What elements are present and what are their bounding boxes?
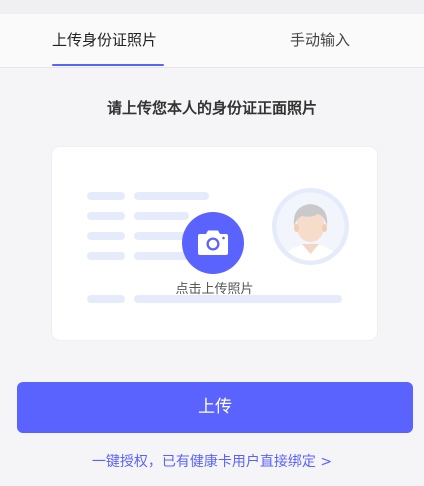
placeholder-line xyxy=(87,212,125,220)
camera-icon xyxy=(198,230,228,255)
placeholder-line xyxy=(134,192,209,200)
upload-button[interactable]: 上传 xyxy=(17,382,413,433)
placeholder-line xyxy=(87,232,125,240)
placeholder-line xyxy=(87,192,125,200)
tab-manual-input[interactable]: 手动输入 xyxy=(290,30,350,50)
placeholder-line xyxy=(134,252,189,260)
health-card-bind-link[interactable]: 一键授权，已有健康卡用户直接绑定 > xyxy=(0,452,424,472)
placeholder-line xyxy=(87,252,125,260)
active-tab-indicator xyxy=(52,64,164,66)
camera-button[interactable] xyxy=(182,212,244,274)
person-avatar-icon xyxy=(272,188,349,265)
tab-bar: 上传身份证照片 手动输入 xyxy=(0,14,424,68)
upload-instruction: 请上传您本人的身份证正面照片 xyxy=(106,99,317,117)
top-strip xyxy=(0,0,424,14)
id-photo-upload-area[interactable]: 点击上传照片 xyxy=(52,147,377,340)
upload-hint: 点击上传照片 xyxy=(175,282,254,297)
placeholder-line xyxy=(134,232,189,240)
placeholder-line xyxy=(134,212,189,220)
tab-upload-id-photo[interactable]: 上传身份证照片 xyxy=(52,30,157,50)
